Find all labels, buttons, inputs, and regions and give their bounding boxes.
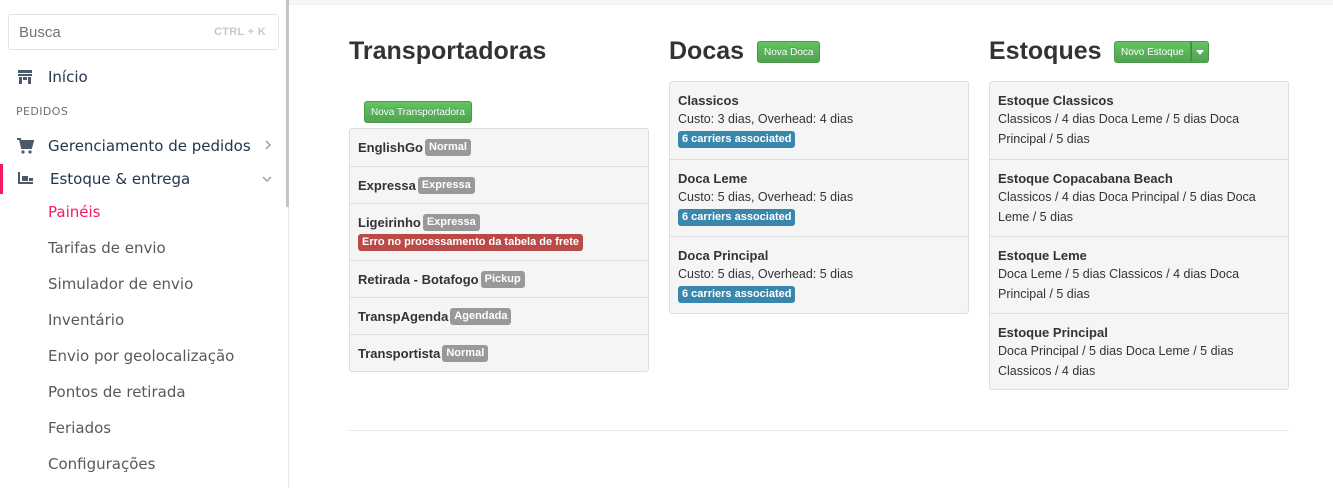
- dock-name: Doca Leme: [678, 171, 748, 186]
- stock-docks-line: Principal / 5 dias: [998, 132, 1090, 146]
- docks-title: Docas: [669, 37, 745, 65]
- chevron-down-icon: [262, 172, 272, 186]
- dock-description: Custo: 5 dias, Overhead: 5 dias: [678, 190, 854, 204]
- stock-row[interactable]: Estoque Leme Doca Leme / 5 dias Classico…: [990, 236, 1288, 313]
- carrier-type-badge: Normal: [425, 139, 471, 156]
- stocks-title: Estoques: [989, 37, 1102, 65]
- stock-row[interactable]: Estoque Classicos Classicos / 4 dias Doc…: [990, 82, 1288, 159]
- carriers-list: EnglishGo Normal Expressa Expressa Ligeiri…: [349, 128, 649, 372]
- nav-item-order-management-label: Gerenciamento de pedidos: [48, 137, 251, 155]
- sub-item-settings[interactable]: Configurações: [48, 455, 155, 473]
- dock-row[interactable]: Classicos Custo: 3 dias, Overhead: 4 dia…: [670, 82, 968, 159]
- section-label-orders: PEDIDOS: [16, 105, 69, 118]
- stock-name: Estoque Classicos: [998, 93, 1114, 108]
- sidebar-scrollbar[interactable]: [286, 0, 289, 207]
- dock-description: Custo: 3 dias, Overhead: 4 dias: [678, 112, 854, 126]
- dock-row[interactable]: Doca Principal Custo: 5 dias, Overhead: …: [670, 236, 968, 313]
- dock-name: Classicos: [678, 93, 739, 108]
- new-dock-button[interactable]: Nova Doca: [757, 41, 821, 63]
- dock-description: Custo: 5 dias, Overhead: 5 dias: [678, 267, 854, 281]
- stock-docks-line: Doca Principal / 5 dias Doca Leme / 5 di…: [998, 344, 1234, 358]
- store-icon: [15, 67, 35, 87]
- sub-item-shipping-rates[interactable]: Tarifas de envio: [48, 239, 166, 257]
- carrier-row[interactable]: Retirada - Botafogo Pickup: [350, 260, 648, 297]
- nav-item-home-label: Início: [48, 68, 88, 86]
- new-carrier-button[interactable]: Nova Transportadora: [364, 101, 472, 123]
- search-placeholder: Busca: [19, 23, 61, 41]
- chevron-right-icon: [264, 139, 272, 153]
- top-bar: [289, 0, 1333, 5]
- stock-docks-line: Classicos / 4 dias: [998, 364, 1096, 378]
- carrier-name: TranspAgenda: [358, 308, 449, 324]
- carrier-row[interactable]: TranspAgenda Agendada: [350, 297, 648, 334]
- divider: [349, 430, 1289, 431]
- stock-docks-line: Leme / 5 dias: [998, 210, 1074, 224]
- sidebar: Busca CTRL + K Início PEDIDOS Gerenciame…: [0, 0, 289, 488]
- carrier-type-badge: Agendada: [450, 307, 512, 325]
- search-shortcut: CTRL + K: [213, 26, 266, 38]
- nav-item-stock-delivery[interactable]: Estoque & entrega: [0, 162, 286, 196]
- carrier-error-badge: Erro no processamento da tabela de frete: [358, 233, 584, 251]
- stock-name: Estoque Copacabana Beach: [998, 171, 1173, 186]
- new-stock-button[interactable]: Novo Estoque: [1114, 41, 1191, 63]
- dock-name: Doca Principal: [678, 248, 769, 263]
- carrier-row[interactable]: Expressa Expressa: [350, 166, 648, 203]
- dock-carriers-badge: 6 carriers associated: [678, 209, 796, 226]
- search-input[interactable]: Busca CTRL + K: [8, 14, 279, 50]
- nav-item-stock-delivery-label: Estoque & entrega: [50, 170, 191, 188]
- sub-item-holidays[interactable]: Feriados: [48, 419, 111, 437]
- stocks-list: Estoque Classicos Classicos / 4 dias Doc…: [989, 81, 1289, 390]
- nav-item-home[interactable]: Início: [0, 60, 286, 94]
- caret-down-icon: [1195, 49, 1204, 55]
- dock-row[interactable]: Doca Leme Custo: 5 dias, Overhead: 5 dia…: [670, 159, 968, 236]
- stock-docks-line: Classicos / 4 dias Doca Principal / 5 di…: [998, 190, 1256, 204]
- stock-name: Estoque Principal: [998, 325, 1108, 340]
- sub-item-pickup-points[interactable]: Pontos de retirada: [48, 383, 186, 401]
- stock-docks-line: Classicos / 4 dias Doca Leme / 5 dias Do…: [998, 112, 1240, 126]
- dock-carriers-badge: 6 carriers associated: [678, 131, 796, 148]
- forklift-icon: [15, 169, 35, 189]
- sub-item-shipping-simulator[interactable]: Simulador de envio: [48, 275, 193, 293]
- carrier-name: Retirada - Botafogo: [358, 271, 479, 287]
- docks-list: Classicos Custo: 3 dias, Overhead: 4 dia…: [669, 81, 969, 314]
- stock-row[interactable]: Estoque Copacabana Beach Classicos / 4 d…: [990, 159, 1288, 236]
- nav-item-order-management[interactable]: Gerenciamento de pedidos: [0, 129, 286, 163]
- stock-row[interactable]: Estoque Principal Doca Principal / 5 dia…: [990, 313, 1288, 389]
- cart-icon: [15, 136, 35, 156]
- sub-item-panels[interactable]: Painéis: [48, 203, 100, 221]
- stock-docks-line: Principal / 5 dias: [998, 287, 1090, 301]
- carrier-type-badge: Normal: [442, 344, 489, 362]
- stock-name: Estoque Leme: [998, 248, 1087, 263]
- carrier-row[interactable]: Ligeirinho Expressa Erro no processamento…: [350, 203, 648, 260]
- sub-item-inventory[interactable]: Inventário: [48, 311, 124, 329]
- stock-docks-line: Doca Leme / 5 dias Classicos / 4 dias Do…: [998, 267, 1240, 281]
- carriers-title: Transportadoras: [349, 37, 547, 65]
- dock-carriers-badge: 6 carriers associated: [678, 286, 796, 303]
- carrier-type-badge: Expressa: [417, 176, 475, 194]
- carrier-type-badge: Expressa: [422, 213, 480, 231]
- sub-item-geolocation-shipping[interactable]: Envio por geolocalização: [48, 347, 234, 365]
- carrier-name: Transportista: [358, 345, 441, 361]
- carrier-name: EnglishGo: [358, 140, 423, 155]
- carrier-name: Expressa: [358, 177, 416, 193]
- new-stock-dropdown-toggle[interactable]: [1190, 41, 1209, 63]
- carrier-row[interactable]: Transportista Normal: [350, 334, 648, 371]
- carrier-type-badge: Pickup: [480, 270, 525, 288]
- carrier-name: Ligeirinho: [358, 214, 421, 230]
- new-stock-split-button: Novo Estoque: [1114, 41, 1209, 63]
- carrier-row[interactable]: EnglishGo Normal: [350, 129, 648, 166]
